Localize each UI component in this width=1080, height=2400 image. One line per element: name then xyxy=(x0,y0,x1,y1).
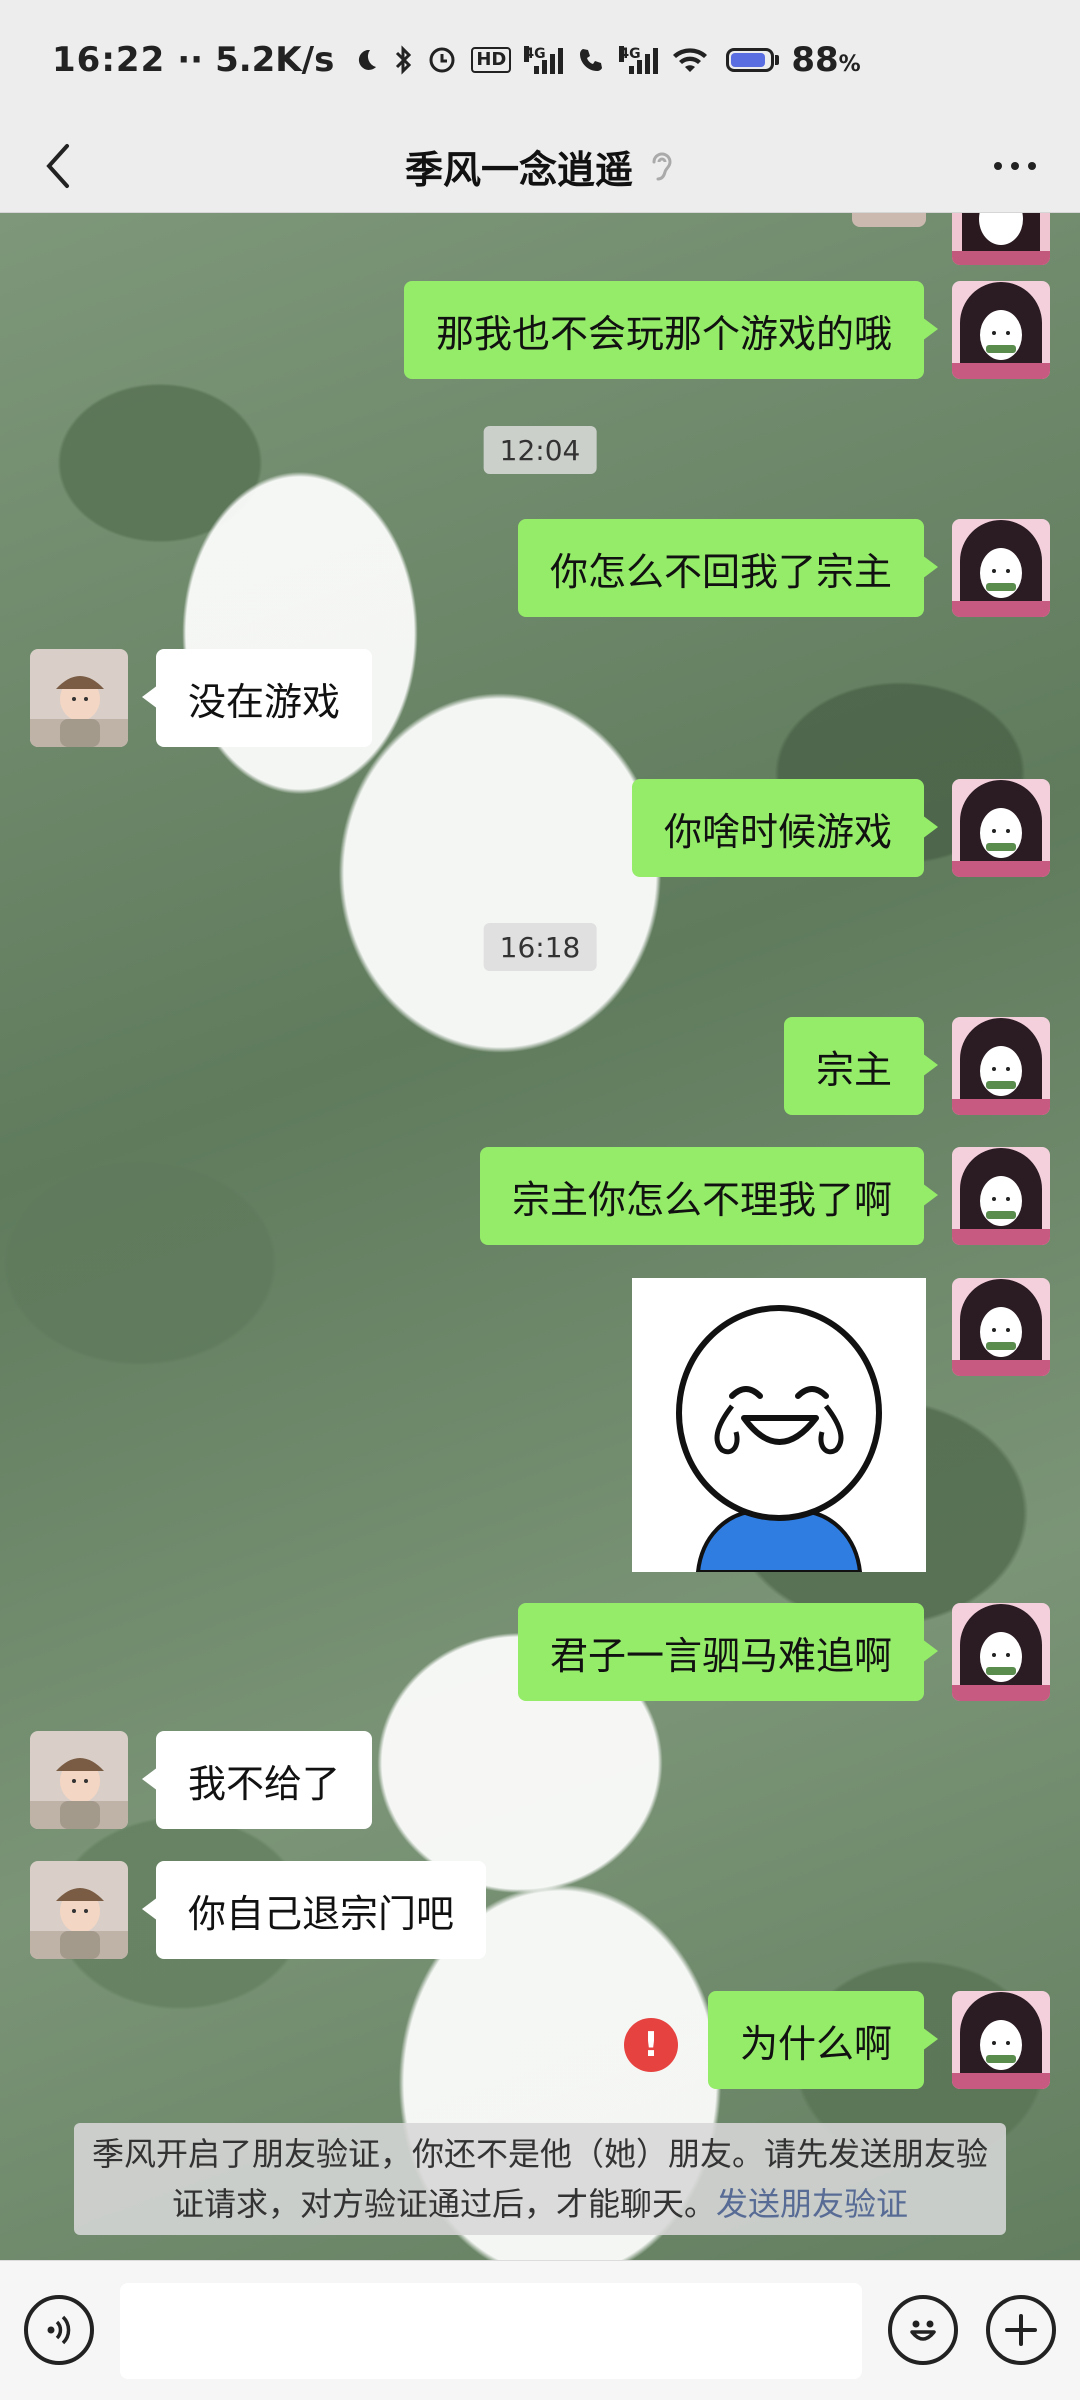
back-button[interactable] xyxy=(30,138,86,194)
avatar-self[interactable] xyxy=(952,1603,1050,1701)
back-arrow-icon xyxy=(46,144,69,188)
avatar-self[interactable] xyxy=(952,1017,1050,1115)
message-bubble-received[interactable]: 没在游戏 xyxy=(141,649,373,747)
more-dots-icon xyxy=(994,162,1002,170)
signal-icon-1: 4G xyxy=(524,46,564,74)
network-type-1: 4G xyxy=(524,46,546,62)
message-bubble-received[interactable]: 你自己退宗门吧 xyxy=(141,1861,487,1959)
voice-icon xyxy=(47,2315,71,2345)
signal-icon-2: 4G xyxy=(619,46,659,74)
message-text: 君子一言驷马难追啊 xyxy=(549,1633,892,1678)
emoji-button[interactable] xyxy=(888,2295,958,2365)
message-bubble-sent[interactable]: 宗主你怎么不理我了啊 xyxy=(479,1147,939,1245)
message-text: 宗主你怎么不理我了啊 xyxy=(511,1177,892,1222)
message-text: 我不给了 xyxy=(188,1761,341,1806)
message-bubble-sent[interactable]: 宗主 xyxy=(783,1017,939,1115)
sticker-crying-smile[interactable] xyxy=(632,1278,926,1572)
send-verification-link[interactable]: 发送朋友验证 xyxy=(716,2185,908,2223)
avatar-self[interactable] xyxy=(952,281,1050,379)
friend-verification-notice: 季风开启了朋友验证，你还不是他（她）朋友。请先发送朋友验证请求，对方验证通过后，… xyxy=(74,2123,1006,2235)
message-text: 你自己退宗门吧 xyxy=(188,1891,455,1936)
message-bubble-sent-failed[interactable]: 为什么啊 xyxy=(707,1991,939,2089)
message-text: 你怎么不回我了宗主 xyxy=(549,549,892,594)
hd-badge: HD xyxy=(471,47,512,73)
message-text: 那我也不会玩那个游戏的哦 xyxy=(435,311,892,356)
wifi-icon xyxy=(671,45,709,75)
avatar-contact[interactable] xyxy=(30,1731,128,1829)
status-time: 16:22 xyxy=(52,40,166,80)
battery-percent: 88% xyxy=(791,40,861,80)
avatar-self[interactable] xyxy=(952,1147,1050,1245)
message-input[interactable] xyxy=(120,2283,862,2379)
emoji-icon xyxy=(910,2320,936,2341)
ear-icon xyxy=(649,148,675,184)
avatar-self[interactable] xyxy=(952,1278,1050,1376)
phone-call-icon xyxy=(576,45,606,75)
timestamp: 12:04 xyxy=(483,426,597,474)
chat-header: 季风一念逍遥 xyxy=(0,120,1080,213)
avatar-contact[interactable] xyxy=(30,649,128,747)
message-text: 没在游戏 xyxy=(188,679,341,724)
status-dots: ·· xyxy=(177,40,204,80)
avatar-contact[interactable] xyxy=(30,1861,128,1959)
partial-avatar-self xyxy=(952,213,1050,265)
message-bubble-sent[interactable]: 那我也不会玩那个游戏的哦 xyxy=(403,281,939,379)
status-bar: 16:22 ·· 5.2K/s HD 4G 4G 88% xyxy=(0,0,1080,120)
net-speed: 5.2K/s xyxy=(215,40,335,80)
chat-title-area: 季风一念逍遥 xyxy=(405,139,675,194)
avatar-self[interactable] xyxy=(952,1991,1050,2089)
message-text: 宗主 xyxy=(815,1047,892,1092)
chat-area[interactable]: 那我也不会玩那个游戏的哦 12:04 你怎么不回我了宗主 没在游戏 你啥时候游戏… xyxy=(0,213,1080,2260)
chat-title: 季风一念逍遥 xyxy=(404,147,633,192)
message-bubble-sent[interactable]: 你怎么不回我了宗主 xyxy=(517,519,939,617)
alarm-clock-icon xyxy=(427,45,457,75)
avatar-self[interactable] xyxy=(952,779,1050,877)
plus-icon xyxy=(1005,2314,1037,2346)
avatar-self[interactable] xyxy=(952,519,1050,617)
message-bubble-sent[interactable]: 君子一言驷马难追啊 xyxy=(517,1603,939,1701)
input-bar xyxy=(0,2260,1080,2400)
moon-icon xyxy=(353,47,379,73)
message-bubble-sent[interactable]: 你啥时候游戏 xyxy=(631,779,939,877)
plus-button[interactable] xyxy=(986,2295,1056,2365)
message-bubble-received[interactable]: 我不给了 xyxy=(141,1731,373,1829)
network-type-2: 4G xyxy=(619,46,641,62)
exclamation-icon[interactable]: ! xyxy=(624,2018,678,2072)
battery-icon xyxy=(726,48,780,72)
voice-button[interactable] xyxy=(24,2295,94,2365)
bluetooth-icon xyxy=(393,45,413,75)
message-text: 为什么啊 xyxy=(739,2021,892,2066)
more-button[interactable] xyxy=(980,138,1050,194)
timestamp: 16:18 xyxy=(483,923,597,971)
partial-avatar-other xyxy=(852,213,926,227)
message-text: 你啥时候游戏 xyxy=(663,809,892,854)
